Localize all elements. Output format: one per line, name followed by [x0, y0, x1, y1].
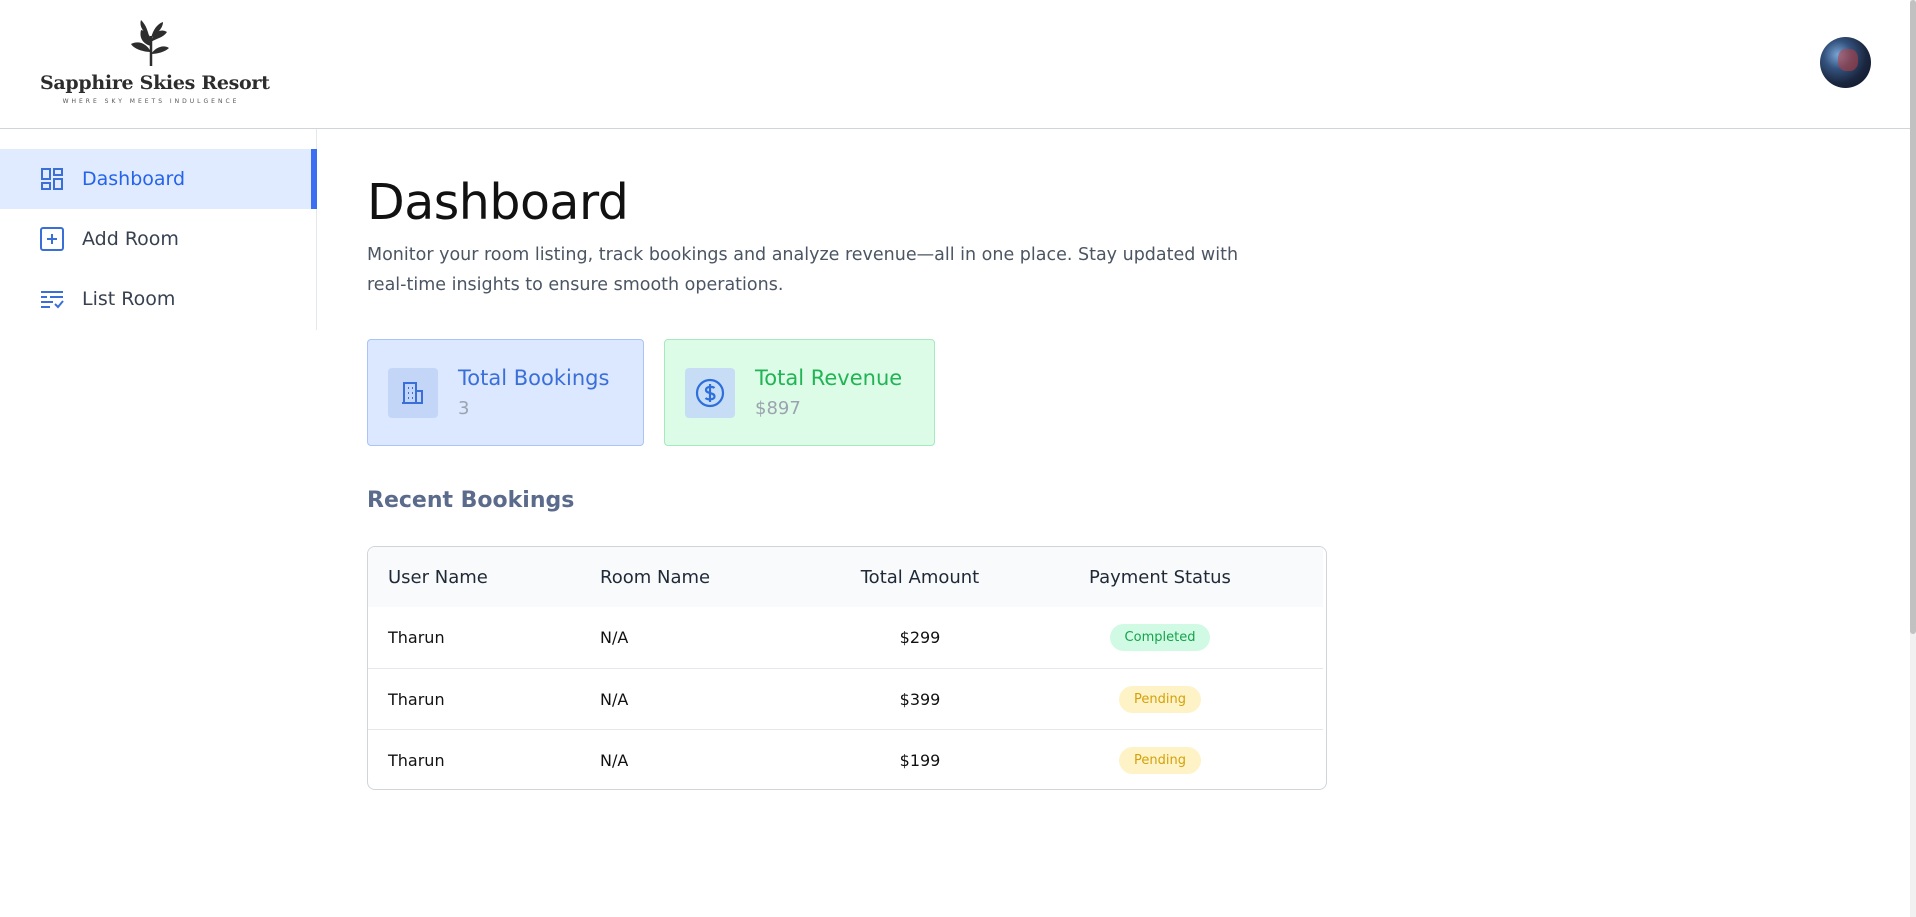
top-header: Sapphire Skies Resort WHERE SKY MEETS IN… — [0, 0, 1910, 129]
cell-total-amount: $299 — [899, 628, 941, 647]
column-header-user-name: User Name — [388, 566, 488, 588]
sidebar-item-add-room[interactable]: Add Room — [0, 209, 317, 269]
page-scrollbar[interactable] — [1910, 0, 1916, 917]
cell-user-name: Tharun — [388, 628, 445, 647]
brand-name: Sapphire Skies Resort — [40, 72, 270, 94]
add-square-icon — [38, 225, 66, 253]
cell-payment-status: Completed — [1060, 624, 1260, 651]
cell-room-name: N/A — [600, 628, 629, 647]
cell-total-amount: $399 — [899, 689, 941, 709]
sidebar: Dashboard Add Room List Room — [0, 129, 317, 330]
cell-payment-status: Pending — [1060, 685, 1260, 713]
table-row: Tharun N/A $199 Pending — [368, 729, 1323, 789]
total-bookings-value: 3 — [458, 398, 470, 419]
plant-logo-icon — [131, 20, 169, 66]
total-bookings-content: Total Bookings 3 — [458, 366, 609, 419]
table-row: Tharun N/A $299 Completed — [368, 607, 1323, 668]
column-header-room-name: Room Name — [600, 566, 711, 588]
cell-payment-status: Pending — [1060, 746, 1260, 774]
cell-room-name: N/A — [600, 689, 629, 709]
brand-logo[interactable]: Sapphire Skies Resort WHERE SKY MEETS IN… — [40, 16, 270, 112]
total-bookings-label: Total Bookings — [458, 366, 610, 390]
cell-user-name: Tharun — [388, 750, 445, 770]
recent-bookings-title: Recent Bookings — [367, 488, 575, 513]
total-revenue-label: Total Revenue — [755, 366, 903, 390]
cell-user-name: Tharun — [388, 689, 445, 709]
scrollbar-thumb[interactable] — [1910, 0, 1916, 634]
table-header-row: User Name Room Name Total Amount Payment… — [368, 547, 1323, 607]
total-revenue-card: Total Revenue $897 — [664, 339, 935, 446]
table-row: Tharun N/A $399 Pending — [368, 668, 1323, 729]
column-header-total-amount: Total Amount — [860, 566, 980, 588]
total-bookings-card: Total Bookings 3 — [367, 339, 644, 446]
cell-room-name: N/A — [600, 750, 629, 770]
dashboard-icon — [38, 165, 66, 193]
column-header-payment-status: Payment Status — [1089, 566, 1231, 588]
page-description: Monitor your room listing, track booking… — [367, 245, 1239, 295]
cell-total-amount: $199 — [899, 750, 941, 770]
brand-tagline: WHERE SKY MEETS INDULGENCE — [62, 98, 240, 105]
status-badge: Pending — [1119, 746, 1201, 774]
sidebar-item-label: List Room — [82, 288, 176, 310]
building-icon — [388, 367, 438, 418]
status-badge: Pending — [1119, 685, 1201, 713]
sidebar-item-list-room[interactable]: List Room — [0, 269, 317, 329]
dollar-circle-icon — [685, 367, 735, 418]
total-revenue-content: Total Revenue $897 — [755, 366, 902, 419]
recent-bookings-table: User Name Room Name Total Amount Payment… — [367, 546, 1327, 790]
sidebar-item-label: Add Room — [82, 228, 179, 250]
status-badge: Completed — [1109, 624, 1211, 651]
list-check-icon — [38, 285, 66, 313]
sidebar-item-dashboard[interactable]: Dashboard — [0, 149, 317, 209]
user-avatar[interactable] — [1820, 37, 1871, 88]
page-title: Dashboard — [367, 174, 629, 231]
sidebar-item-label: Dashboard — [82, 168, 186, 190]
total-revenue-value: $897 — [755, 398, 801, 419]
